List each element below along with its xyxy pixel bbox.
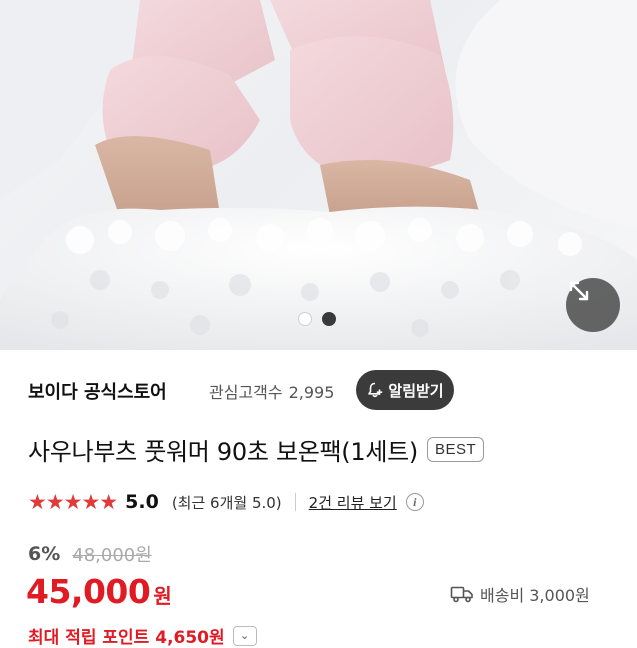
- truck-icon: [450, 586, 473, 603]
- expand-image-button[interactable]: [566, 278, 620, 332]
- divider: [294, 493, 296, 511]
- original-price: 48,000원: [72, 545, 152, 566]
- info-icon[interactable]: i: [405, 493, 424, 511]
- rating-row: ★★★★★ 5.0 (최근 6개월 5.0) 2건 리뷰 보기 i: [28, 490, 424, 514]
- gallery-dot-1[interactable]: [298, 312, 312, 326]
- product-image[interactable]: [0, 0, 637, 350]
- followers-info: 관심고객수 2,995: [209, 379, 334, 403]
- followers-count: 2,995: [288, 383, 335, 402]
- product-photo-illustration: [0, 0, 637, 350]
- currency-unit: 원: [153, 584, 172, 608]
- sale-price: 45,000: [26, 572, 151, 611]
- gallery-pagination: [298, 312, 336, 326]
- followers-label: 관심고객수: [209, 383, 283, 402]
- product-title-row: 사우나부츠 풋워머 90초 보온팩(1세트) BEST: [28, 432, 485, 467]
- alarm-subscribe-button[interactable]: 알림받기: [356, 370, 454, 410]
- best-badge: BEST: [426, 437, 485, 462]
- discount-row: 6% 48,000원: [28, 541, 152, 567]
- expand-icon: [569, 281, 589, 301]
- shipping-info: 배송비 3,000원: [450, 582, 590, 606]
- max-points: 최대 적립 포인트 4,650원: [28, 628, 225, 648]
- review-link[interactable]: 2건 리뷰 보기: [309, 492, 397, 513]
- chevron-down-icon[interactable]: ⌄: [232, 625, 257, 646]
- store-name[interactable]: 보이다 공식스토어: [28, 378, 167, 404]
- points-row: 최대 적립 포인트 4,650원 ⌄: [28, 623, 257, 648]
- rating-stars: ★★★★★: [28, 490, 118, 514]
- sale-price-row: 45,000 원: [26, 572, 172, 611]
- rating-score: 5.0: [125, 491, 159, 513]
- product-title: 사우나부츠 풋워머 90초 보온팩(1세트): [28, 438, 418, 466]
- store-row: 보이다 공식스토어 관심고객수 2,995 알림받기: [28, 370, 611, 410]
- shipping-fee: 배송비 3,000원: [480, 586, 590, 605]
- bell-plus-icon: [368, 382, 383, 398]
- discount-percent: 6%: [28, 543, 61, 565]
- gallery-dot-2[interactable]: [322, 312, 336, 326]
- recent-rating: (최근 6개월 5.0): [171, 493, 282, 512]
- alarm-label: 알림받기: [388, 381, 444, 400]
